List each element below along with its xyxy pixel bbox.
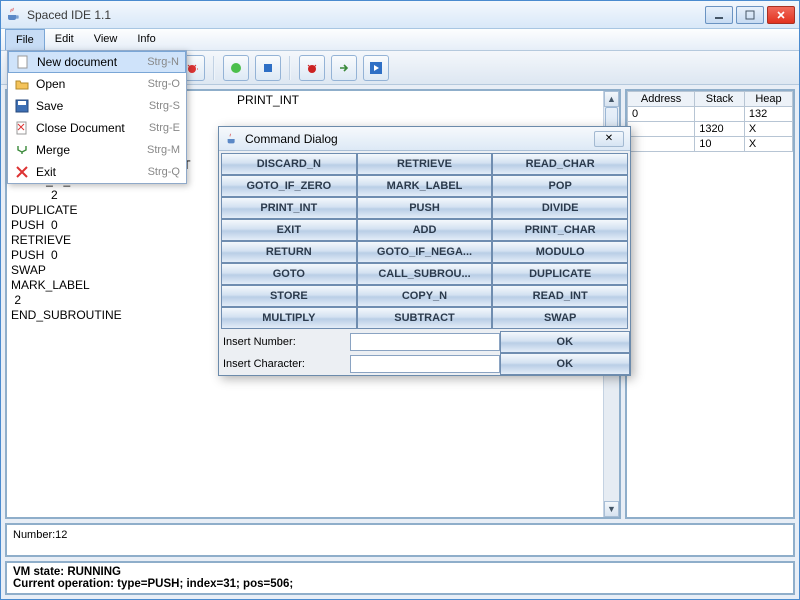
cmd-add[interactable]: ADD [357,219,493,241]
cmd-print-int[interactable]: PRINT_INT [221,197,357,219]
scroll-up-icon[interactable]: ▲ [604,91,619,107]
menuitem-close-document[interactable]: Close Document Strg-E [8,117,186,139]
table-row: 0132 [628,107,793,122]
memory-table: Address Stack Heap 0132 1320X 10X [625,89,795,519]
cmd-swap[interactable]: SWAP [492,307,628,329]
window-title: Spaced IDE 1.1 [27,8,705,22]
table-row: 1320X [628,122,793,137]
floppy-icon [14,98,30,114]
menu-view[interactable]: View [84,29,128,50]
cmd-read-char[interactable]: READ_CHAR [492,153,628,175]
stop-button[interactable] [255,55,281,81]
insert-number-ok-button[interactable]: OK [500,331,630,353]
insert-char-input[interactable] [350,355,500,373]
cmd-duplicate[interactable]: DUPLICATE [492,263,628,285]
table-row: 10X [628,137,793,152]
editor-token: PRINT_INT [237,93,299,108]
cmd-subtract[interactable]: SUBTRACT [357,307,493,329]
dialog-titlebar[interactable]: Command Dialog ✕ [219,127,630,151]
run-button[interactable] [223,55,249,81]
cmd-copy-n[interactable]: COPY_N [357,285,493,307]
menu-file[interactable]: File [5,29,45,50]
menuitem-open[interactable]: Open Strg-O [8,73,186,95]
cmd-pop[interactable]: POP [492,175,628,197]
menubar: File Edit View Info [1,29,799,51]
menuitem-save[interactable]: Save Strg-S [8,95,186,117]
folder-icon [14,76,30,92]
col-address[interactable]: Address [628,92,695,107]
file-menu-dropdown: New document Strg-N Open Strg-O Save Str… [7,50,187,184]
dialog-title: Command Dialog [245,132,594,146]
output-pane[interactable]: Number:12 [5,523,795,557]
insert-number-input[interactable] [350,333,500,351]
cmd-mark-label[interactable]: MARK_LABEL [357,175,493,197]
cmd-call-subrou[interactable]: CALL_SUBROU... [357,263,493,285]
insert-char-ok-button[interactable]: OK [500,353,630,375]
step-button[interactable] [331,55,357,81]
debug-button[interactable] [299,55,325,81]
cmd-modulo[interactable]: MODULO [492,241,628,263]
command-dialog: Command Dialog ✕ DISCARD_N RETRIEVE READ… [218,126,631,376]
menu-info[interactable]: Info [127,29,165,50]
col-heap[interactable]: Heap [744,92,792,107]
merge-icon [14,142,30,158]
cmd-exit[interactable]: EXIT [221,219,357,241]
cmd-goto-if-zero[interactable]: GOTO_IF_ZERO [221,175,357,197]
page-icon [15,54,31,70]
cmd-retrieve[interactable]: RETRIEVE [357,153,493,175]
java-icon [225,132,239,146]
insert-char-label: Insert Character: [219,358,350,370]
x-icon [14,164,30,180]
cmd-store[interactable]: STORE [221,285,357,307]
maximize-button[interactable] [736,6,764,24]
cmd-goto-if-nega[interactable]: GOTO_IF_NEGA... [357,241,493,263]
scroll-down-icon[interactable]: ▼ [604,501,619,517]
play-button[interactable] [363,55,389,81]
vm-state-text: VM state: RUNNING [13,566,787,578]
menu-edit[interactable]: Edit [45,29,84,50]
close-button[interactable] [767,6,795,24]
page-x-icon [14,120,30,136]
menuitem-exit[interactable]: Exit Strg-Q [8,161,186,183]
menuitem-merge[interactable]: Merge Strg-M [8,139,186,161]
cmd-read-int[interactable]: READ_INT [492,285,628,307]
cmd-return[interactable]: RETURN [221,241,357,263]
dialog-close-button[interactable]: ✕ [594,131,624,147]
statusbar: VM state: RUNNING Current operation: typ… [5,561,795,595]
output-text: Number:12 [13,529,67,541]
cmd-print-char[interactable]: PRINT_CHAR [492,219,628,241]
cmd-divide[interactable]: DIVIDE [492,197,628,219]
cmd-discard-n[interactable]: DISCARD_N [221,153,357,175]
titlebar: Spaced IDE 1.1 [1,1,799,29]
cmd-multiply[interactable]: MULTIPLY [221,307,357,329]
menuitem-new-document[interactable]: New document Strg-N [8,51,186,73]
minimize-button[interactable] [705,6,733,24]
col-stack[interactable]: Stack [695,92,745,107]
current-op-text: Current operation: type=PUSH; index=31; … [13,578,787,590]
java-icon [5,7,21,23]
cmd-push[interactable]: PUSH [357,197,493,219]
insert-number-label: Insert Number: [219,336,350,348]
command-grid: DISCARD_N RETRIEVE READ_CHAR GOTO_IF_ZER… [219,151,630,331]
cmd-goto[interactable]: GOTO [221,263,357,285]
